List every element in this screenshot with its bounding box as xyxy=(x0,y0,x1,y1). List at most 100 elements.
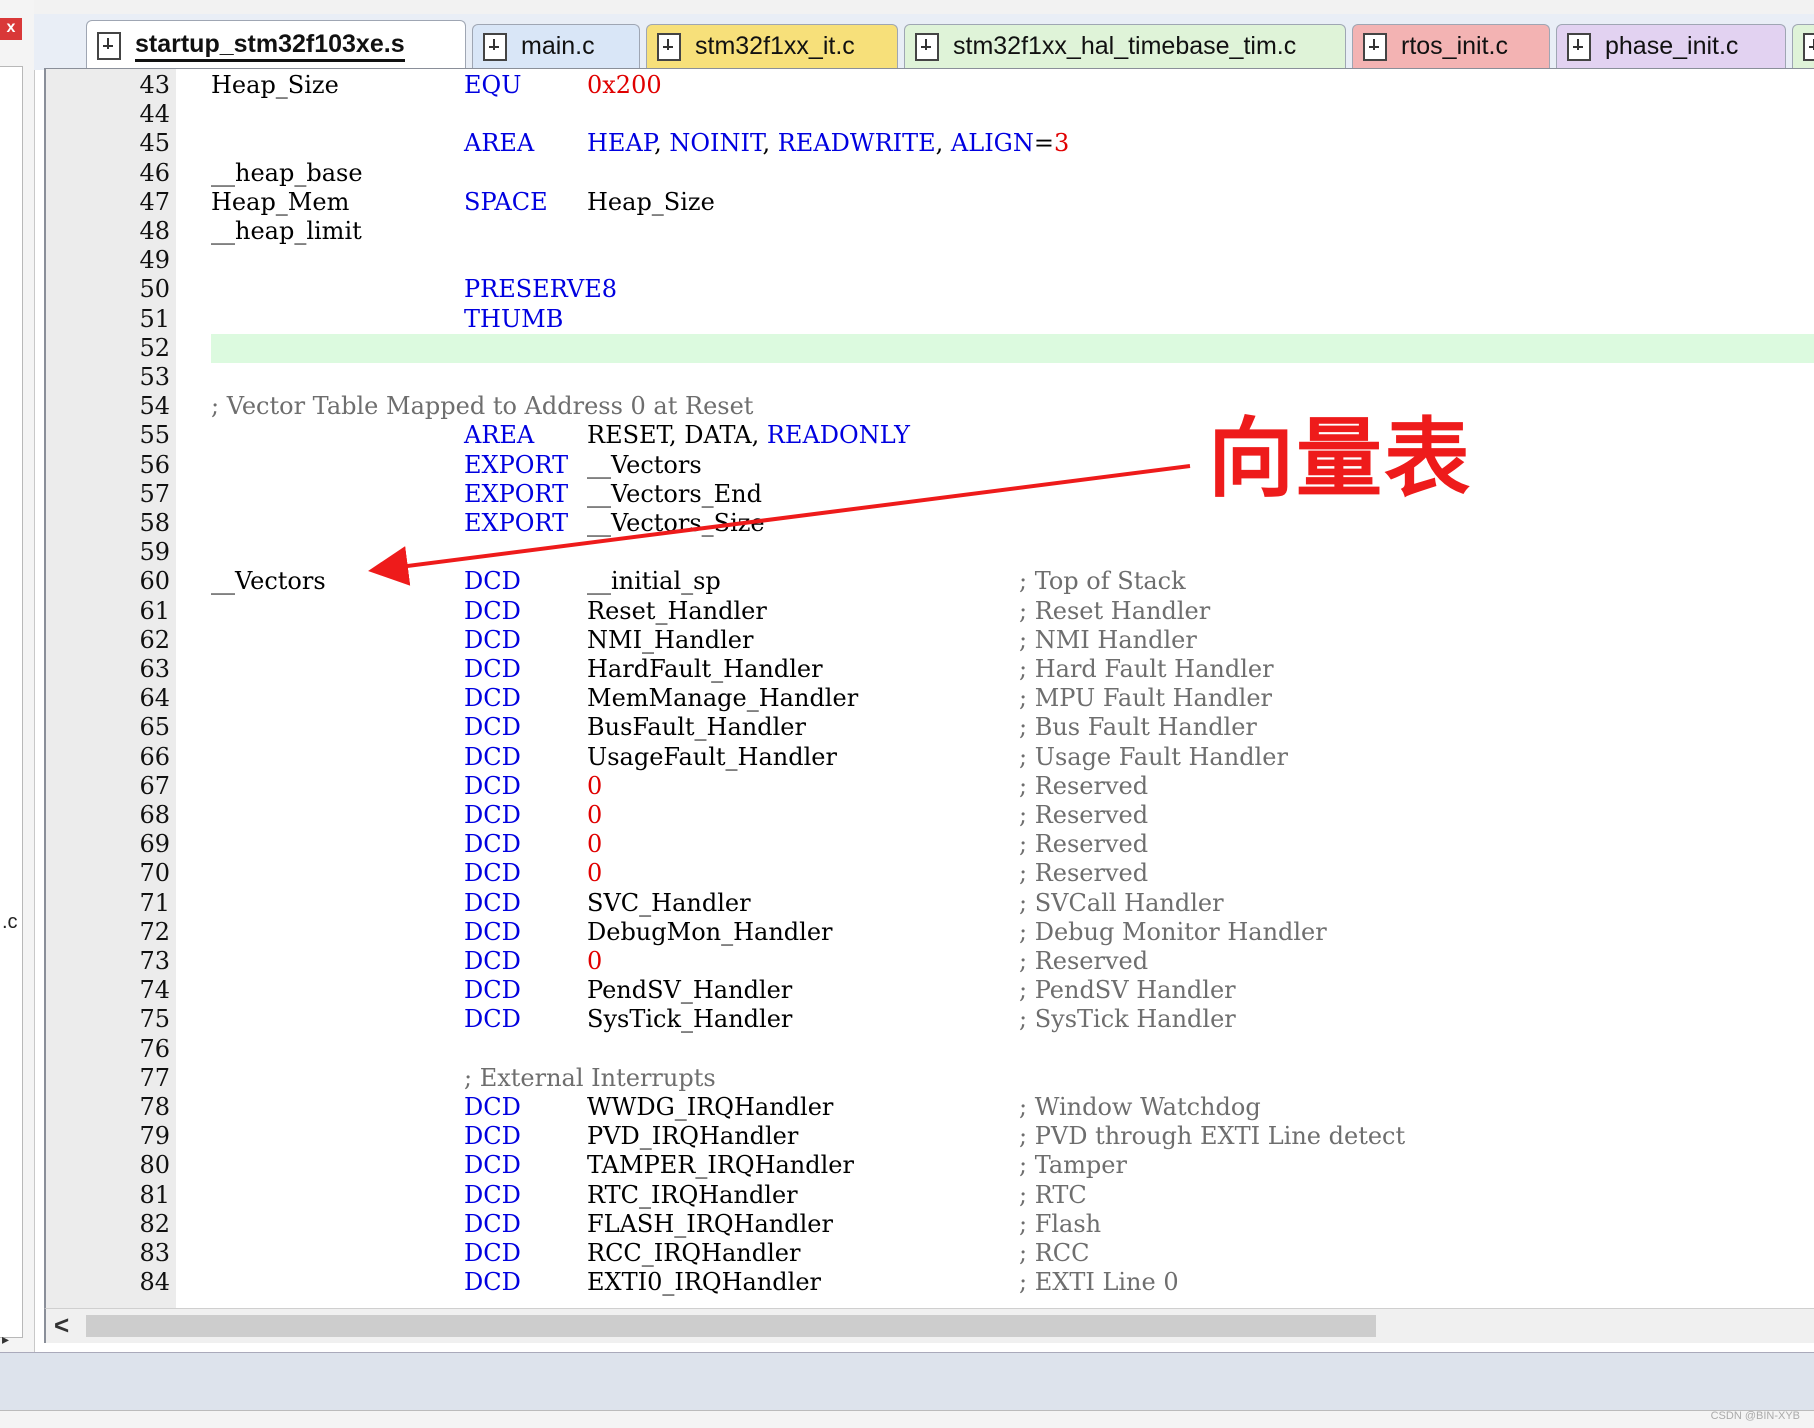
code-operand: PendSV_Handler xyxy=(587,976,793,1005)
operand-token: ALIGN xyxy=(950,129,1034,158)
code-line[interactable]: 55 AREA RESET, DATA, READONLY xyxy=(46,421,1814,450)
code-directive: DCD xyxy=(464,655,521,683)
code-line[interactable]: 80 DCD TAMPER_IRQHandler ; Tamper xyxy=(46,1151,1814,1180)
code-line[interactable]: 46 __heap_base xyxy=(46,159,1814,188)
code-line[interactable]: 52 xyxy=(46,333,1814,363)
code-directive: DCD xyxy=(464,625,521,654)
line-number: 58 xyxy=(139,509,170,537)
code-line[interactable]: 58 EXPORT __Vectors_Size xyxy=(46,509,1814,538)
code-line[interactable]: 63 DCD HardFault_Handler ; Hard Fault Handl… xyxy=(46,655,1814,684)
code-comment: ; Flash xyxy=(1019,1209,1102,1238)
project-tree[interactable]: .c ▸ xyxy=(0,66,23,1347)
code-directive: DCD xyxy=(464,1005,521,1034)
code-line[interactable]: 60 __Vectors DCD __initial_sp ; Top of Stack xyxy=(46,567,1814,596)
status-bar xyxy=(0,1352,1814,1411)
code-operand: Reset_Handler xyxy=(587,596,767,625)
operand-token: , xyxy=(669,421,685,450)
code-comment: ; Reset Handler xyxy=(1019,596,1211,625)
operand-token: READWRITE xyxy=(777,129,936,158)
code-line[interactable]: 68 DCD 0 ; Reserved xyxy=(46,801,1814,830)
code-line[interactable]: 62 DCD NMI_Handler ; NMI Handler xyxy=(46,626,1814,655)
code-line[interactable]: 43 Heap_Size EQU 0x200 xyxy=(46,71,1814,100)
code-directive: DCD xyxy=(464,1122,521,1151)
tab-7[interactable] xyxy=(1792,24,1814,68)
code-line[interactable]: 44 xyxy=(46,100,1814,129)
code-line[interactable]: 50 PRESERVE8 xyxy=(46,275,1814,304)
code-directive: AREA xyxy=(464,421,535,450)
tab-label: startup_stm32f103xe.s xyxy=(135,30,405,62)
tab-3[interactable]: stm32f1xx_it.c xyxy=(646,24,898,68)
code-line[interactable]: 48 __heap_limit xyxy=(46,217,1814,246)
line-number: 82 xyxy=(139,1209,170,1238)
scroll-thumb[interactable] xyxy=(86,1315,1376,1337)
code-comment: ; Reserved xyxy=(1019,830,1149,859)
code-label: Heap_Mem xyxy=(211,187,350,216)
code-line[interactable]: 51 THUMB xyxy=(46,305,1814,334)
code-line[interactable]: 81 DCD RTC_IRQHandler ; RTC xyxy=(46,1181,1814,1210)
code-operand: __Vectors_Size xyxy=(587,509,765,537)
code-line[interactable]: 59 xyxy=(46,538,1814,567)
code-directive: DCD xyxy=(464,947,521,975)
code-operands: RESET, DATA, READONLY xyxy=(587,421,910,450)
line-number: 67 xyxy=(139,771,170,800)
code-comment: ; NMI Handler xyxy=(1019,625,1197,654)
code-line[interactable]: 78 DCD WWDG_IRQHandler ; Window Watchdog xyxy=(46,1093,1814,1122)
code-line[interactable]: 57 EXPORT __Vectors_End xyxy=(46,480,1814,509)
code-operand: EXTI0_IRQHandler xyxy=(587,1268,821,1297)
code-line[interactable]: 56 EXPORT __Vectors xyxy=(46,451,1814,480)
code-line[interactable]: 64 DCD MemManage_Handler ; MPU Fault Handle… xyxy=(46,684,1814,713)
code-directive: AREA xyxy=(464,129,535,158)
code-line[interactable]: 71 DCD SVC_Handler ; SVCall Handler xyxy=(46,889,1814,918)
code-line[interactable]: 79 DCD PVD_IRQHandler ; PVD through EXTI Li… xyxy=(46,1122,1814,1151)
code-line[interactable]: 54 ; Vector Table Mapped to Address 0 at … xyxy=(46,392,1814,421)
code-directive: DCD xyxy=(464,742,521,771)
code-line[interactable]: 53 xyxy=(46,363,1814,392)
code-line[interactable]: 75 DCD SysTick_Handler ; SysTick Handler xyxy=(46,1005,1814,1034)
tab-6[interactable]: phase_init.c xyxy=(1556,24,1786,68)
code-operand: PVD_IRQHandler xyxy=(587,1122,799,1151)
expand-arrow-icon[interactable]: ▸ xyxy=(2,1331,9,1348)
scroll-left-icon[interactable]: < xyxy=(54,1310,69,1341)
code-operand: __initial_sp xyxy=(587,567,721,596)
tab-4[interactable]: stm32f1xx_hal_timebase_tim.c xyxy=(904,24,1346,68)
code-line[interactable]: 74 DCD PendSV_Handler ; PendSV Handler xyxy=(46,976,1814,1005)
code-operand: TAMPER_IRQHandler xyxy=(587,1151,854,1180)
code-line[interactable]: 45 AREA HEAP, NOINIT, READWRITE, ALIGN=3 xyxy=(46,129,1814,158)
annotation-label: 向量表 xyxy=(1208,409,1472,509)
tab-2[interactable]: main.c xyxy=(472,24,640,68)
code-line[interactable]: 76 xyxy=(46,1035,1814,1064)
code-comment: ; Reserved xyxy=(1019,859,1149,888)
code-line[interactable]: 69 DCD 0 ; Reserved xyxy=(46,830,1814,859)
code-line[interactable]: 84 DCD EXTI0_IRQHandler ; EXTI Line 0 xyxy=(46,1268,1814,1297)
code-line[interactable]: 49 xyxy=(46,246,1814,275)
code-directive: EXPORT xyxy=(464,450,569,479)
current-line-highlight xyxy=(211,333,1814,363)
code-line[interactable]: 73 DCD 0 ; Reserved xyxy=(46,947,1814,976)
file-icon xyxy=(483,32,507,61)
code-line[interactable]: 66 DCD UsageFault_Handler ; Usage Fault Han… xyxy=(46,743,1814,772)
code-directive: DCD xyxy=(464,888,521,917)
line-number: 68 xyxy=(139,801,170,829)
operand-token: RESET xyxy=(587,421,670,450)
tab-1[interactable]: startup_stm32f103xe.s xyxy=(86,20,466,70)
code-comment: ; MPU Fault Handler xyxy=(1019,684,1273,713)
horizontal-scrollbar[interactable]: < xyxy=(44,1308,1814,1343)
code-line[interactable]: 70 DCD 0 ; Reserved xyxy=(46,859,1814,888)
code-line[interactable]: 82 DCD FLASH_IRQHandler ; Flash xyxy=(46,1210,1814,1239)
code-line[interactable]: 67 DCD 0 ; Reserved xyxy=(46,772,1814,801)
line-number: 80 xyxy=(139,1151,170,1180)
code-comment: ; EXTI Line 0 xyxy=(1019,1268,1179,1297)
code-line[interactable]: 72 DCD DebugMon_Handler ; Debug Monitor Han… xyxy=(46,918,1814,947)
code-line[interactable]: 61 DCD Reset_Handler ; Reset Handler xyxy=(46,597,1814,626)
code-operands: HEAP, NOINIT, READWRITE, ALIGN=3 xyxy=(587,129,1069,158)
code-line[interactable]: 83 DCD RCC_IRQHandler ; RCC xyxy=(46,1239,1814,1268)
code-operand: __Vectors_End xyxy=(587,479,762,508)
code-editor[interactable]: 43 Heap_Size EQU 0x200 44 45 AREA HEAP, NOINIT,… xyxy=(44,68,1814,1309)
code-line[interactable]: 65 DCD BusFault_Handler ; Bus Fault Handler xyxy=(46,713,1814,742)
tab-5[interactable]: rtos_init.c xyxy=(1352,24,1550,68)
code-line[interactable]: 47 Heap_Mem SPACE Heap_Size xyxy=(46,188,1814,217)
close-panel-icon[interactable]: x xyxy=(0,18,22,40)
line-number: 71 xyxy=(139,888,170,917)
code-operand: 0 xyxy=(587,830,603,859)
code-line[interactable]: 77 ; External Interrupts xyxy=(46,1064,1814,1093)
